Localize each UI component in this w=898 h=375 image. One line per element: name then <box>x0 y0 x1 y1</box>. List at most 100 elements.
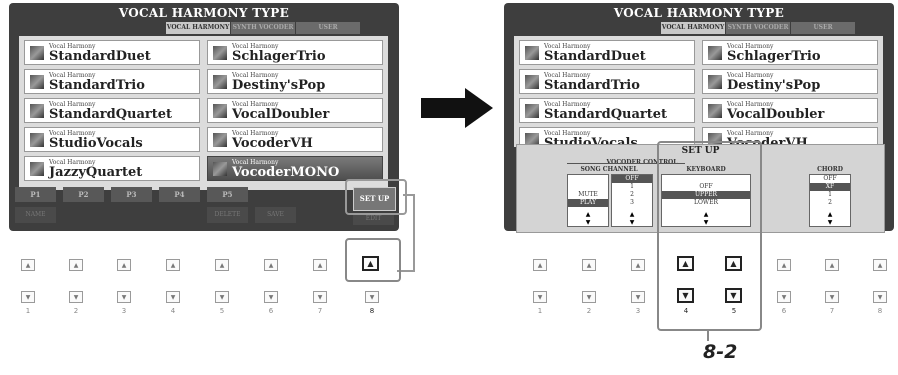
button-number: 6 <box>781 307 787 315</box>
page-p1-button[interactable]: P1 <box>15 187 56 202</box>
card-name: VocalDoubler <box>727 107 825 122</box>
type-card-schlagertrio[interactable]: Vocal Harmony SchlagerTrio <box>702 40 878 65</box>
tab-user[interactable]: USER <box>296 22 360 34</box>
type-card-standardduet[interactable]: Vocal Harmony StandardDuet <box>519 40 695 65</box>
option-3[interactable]: 3 <box>612 199 652 207</box>
down-button-4[interactable]: ▼ <box>166 291 180 303</box>
type-card-standardtrio[interactable]: Vocal Harmony StandardTrio <box>519 69 695 94</box>
harmony-icon <box>30 104 44 118</box>
right-arrow-icon <box>421 88 493 128</box>
type-card-destinyspop[interactable]: Vocal Harmony Destiny'sPop <box>207 69 383 94</box>
option-2[interactable]: 2 <box>810 199 850 207</box>
up-button-6[interactable]: ▲ <box>777 259 791 271</box>
type-card-destinyspop[interactable]: Vocal Harmony Destiny'sPop <box>702 69 878 94</box>
down-button-5[interactable]: ▼ <box>725 288 742 303</box>
name-button[interactable]: NAME <box>15 207 56 223</box>
tab-synth-vocoder[interactable]: SYNTH VOCODER <box>726 22 790 34</box>
chord-selector[interactable]: OFF XF 1 2 ▲ ▼ <box>809 174 851 227</box>
tab-vocal-harmony[interactable]: VOCAL HARMONY <box>661 22 725 34</box>
up-button-3[interactable]: ▲ <box>117 259 131 271</box>
type-card-vocodervh[interactable]: Vocal Harmony VocoderVH <box>207 127 383 152</box>
down-arrow-icon: ▼ <box>629 219 635 226</box>
option-2[interactable]: 2 <box>612 191 652 199</box>
card-name: StandardDuet <box>49 49 151 64</box>
delete-button[interactable]: DELETE <box>207 207 248 223</box>
tab-synth-vocoder[interactable]: SYNTH VOCODER <box>231 22 295 34</box>
up-button-1[interactable]: ▲ <box>21 259 35 271</box>
up-button-6[interactable]: ▲ <box>264 259 278 271</box>
type-card-schlagertrio[interactable]: Vocal Harmony SchlagerTrio <box>207 40 383 65</box>
card-name: StandardDuet <box>544 49 646 64</box>
up-button-3[interactable]: ▲ <box>631 259 645 271</box>
down-button-3[interactable]: ▼ <box>631 291 645 303</box>
option-1[interactable]: 1 <box>612 183 652 191</box>
song-channel-selector[interactable]: OFF 1 2 3 ▲ ▼ <box>611 174 653 227</box>
screen-title: VOCAL HARMONY TYPE <box>613 6 785 20</box>
song-mute-play-selector[interactable]: MUTE PLAY ▲ ▼ <box>567 174 609 227</box>
option-1[interactable]: 1 <box>810 191 850 199</box>
tab-user[interactable]: USER <box>791 22 855 34</box>
down-arrow-icon: ▼ <box>585 219 591 226</box>
card-name: Destiny'sPop <box>232 78 326 93</box>
down-button-8[interactable]: ▼ <box>873 291 887 303</box>
keyboard-highlight <box>657 141 762 331</box>
option-off[interactable]: OFF <box>810 175 850 183</box>
type-card-vocaldoubler[interactable]: Vocal Harmony VocalDoubler <box>702 98 878 123</box>
type-card-standardquartet[interactable]: Vocal Harmony StandardQuartet <box>519 98 695 123</box>
down-button-8[interactable]: ▼ <box>365 291 379 303</box>
up-button-7[interactable]: ▲ <box>825 259 839 271</box>
up-button-8[interactable]: ▲ <box>873 259 887 271</box>
option-mute[interactable]: MUTE <box>568 191 608 199</box>
option-xf[interactable]: XF <box>810 183 850 191</box>
tab-vocal-harmony[interactable]: VOCAL HARMONY <box>166 22 230 34</box>
harmony-icon <box>525 46 539 60</box>
button-number: 5 <box>219 307 225 315</box>
page-p3-button[interactable]: P3 <box>111 187 152 202</box>
option-off[interactable]: OFF <box>612 175 652 183</box>
down-button-1[interactable]: ▼ <box>21 291 35 303</box>
page-p2-button[interactable]: P2 <box>63 187 104 202</box>
down-button-1[interactable]: ▼ <box>533 291 547 303</box>
up-button-2[interactable]: ▲ <box>582 259 596 271</box>
up-arrow-icon: ▲ <box>827 211 833 218</box>
up-button-1[interactable]: ▲ <box>533 259 547 271</box>
harmony-icon <box>213 75 227 89</box>
up-button-4[interactable]: ▲ <box>166 259 180 271</box>
down-button-2[interactable]: ▼ <box>582 291 596 303</box>
type-card-standardtrio[interactable]: Vocal Harmony StandardTrio <box>24 69 200 94</box>
harmony-icon <box>708 46 722 60</box>
up-button-2[interactable]: ▲ <box>69 259 83 271</box>
button-number: 8 <box>877 307 883 315</box>
page-bar: P1 P2 P3 P4 P5 NAME DELETE SAVE SET UP E… <box>13 187 396 227</box>
harmony-icon <box>30 75 44 89</box>
left-screen: VOCAL HARMONY TYPE VOCAL HARMONY SYNTH V… <box>9 3 399 231</box>
type-card-standardduet[interactable]: Vocal Harmony StandardDuet <box>24 40 200 65</box>
type-card-jazzyquartet[interactable]: Vocal Harmony JazzyQuartet <box>24 156 200 181</box>
down-button-4[interactable]: ▼ <box>677 288 694 303</box>
down-button-6[interactable]: ▼ <box>777 291 791 303</box>
down-button-6[interactable]: ▼ <box>264 291 278 303</box>
save-button[interactable]: SAVE <box>255 207 296 223</box>
type-card-standardquartet[interactable]: Vocal Harmony StandardQuartet <box>24 98 200 123</box>
down-button-2[interactable]: ▼ <box>69 291 83 303</box>
card-name: JazzyQuartet <box>49 165 143 180</box>
card-name: StandardQuartet <box>544 107 668 122</box>
up-button-5[interactable]: ▲ <box>725 256 742 271</box>
type-card-studiovocals[interactable]: Vocal Harmony StudioVocals <box>24 127 200 152</box>
button-number: 4 <box>683 307 689 315</box>
harmony-icon <box>708 75 722 89</box>
up-button-7[interactable]: ▲ <box>313 259 327 271</box>
down-button-7[interactable]: ▼ <box>825 291 839 303</box>
down-button-5[interactable]: ▼ <box>215 291 229 303</box>
page-p5-button[interactable]: P5 <box>207 187 248 202</box>
down-button-3[interactable]: ▼ <box>117 291 131 303</box>
down-button-7[interactable]: ▼ <box>313 291 327 303</box>
page-p4-button[interactable]: P4 <box>159 187 200 202</box>
up-button-5[interactable]: ▲ <box>215 259 229 271</box>
up-button-4[interactable]: ▲ <box>677 256 694 271</box>
step-callout: 8-2 <box>703 341 738 363</box>
option-play[interactable]: PLAY <box>568 199 608 207</box>
up-button-8[interactable]: ▲ <box>362 256 379 271</box>
type-card-vocodermono[interactable]: Vocal Harmony VocoderMONO <box>207 156 383 181</box>
type-card-vocaldoubler[interactable]: Vocal Harmony VocalDoubler <box>207 98 383 123</box>
